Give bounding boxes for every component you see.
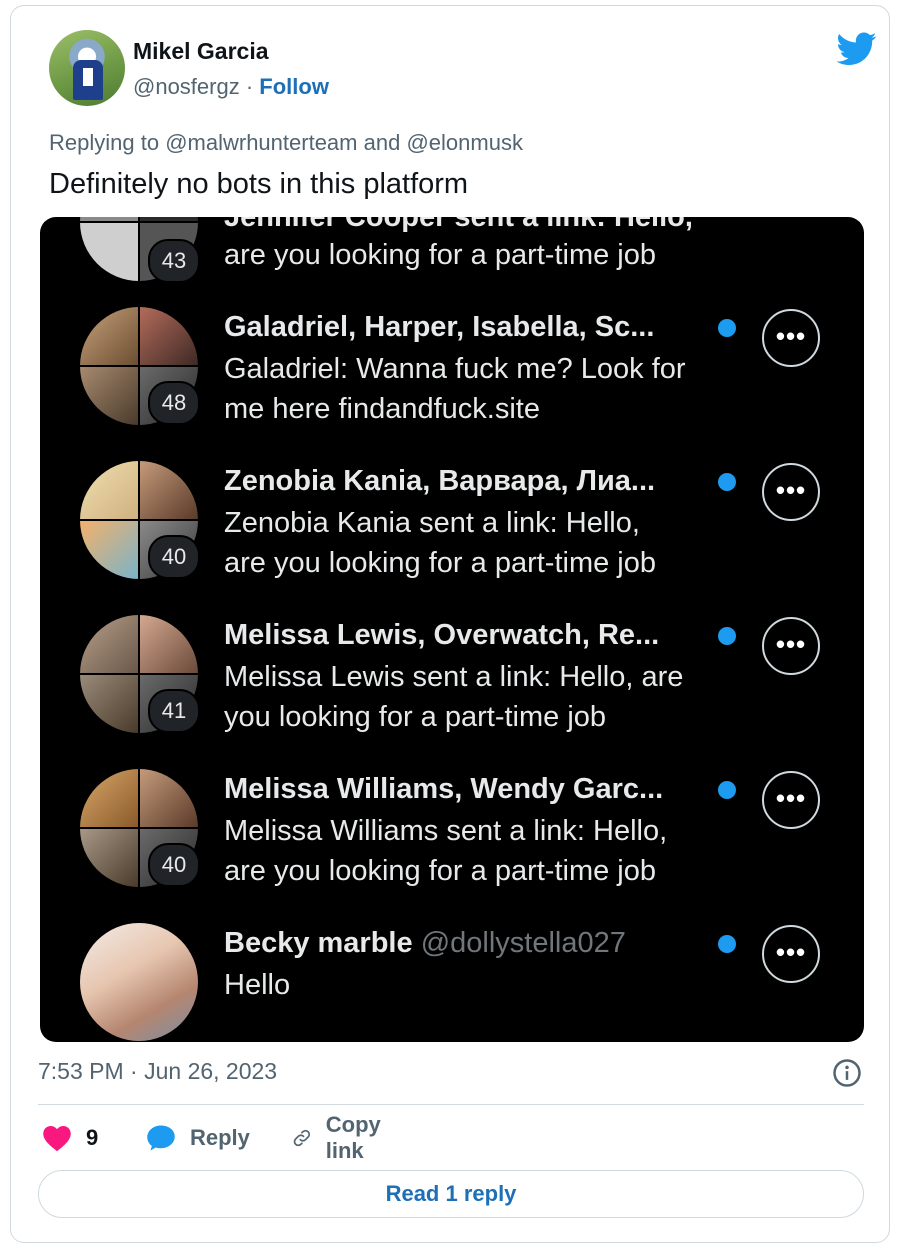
dm-title: Melissa Williams, Wendy Garc... <box>224 773 664 805</box>
unread-dot <box>718 781 736 799</box>
dm-row[interactable]: 43 Jennifer Cooper sent a link: Hello, a… <box>40 217 864 297</box>
unread-dot <box>718 935 736 953</box>
member-count-badge: 43 <box>148 239 200 283</box>
member-count-badge: 40 <box>148 535 200 579</box>
tweet-text: Definitely no bots in this platform <box>49 168 469 200</box>
unread-dot <box>718 319 736 337</box>
twitter-bird-icon <box>837 32 877 65</box>
dm-preview-line: are you looking for a part-time job <box>224 855 656 887</box>
reply-context: Replying to @malwrhunterteam and @elonmu… <box>49 130 523 156</box>
more-options-button[interactable]: ••• <box>762 617 820 675</box>
author-avatar[interactable] <box>49 30 125 106</box>
reply-button[interactable]: Reply <box>146 1120 250 1156</box>
more-options-button[interactable]: ••• <box>762 925 820 983</box>
member-count-badge: 48 <box>148 381 200 425</box>
mention-malwrhunterteam[interactable]: @malwrhunterteam <box>165 130 357 155</box>
dm-preview-line: Melissa Lewis sent a link: Hello, are <box>224 661 684 693</box>
copy-link-label: Copy link <box>325 1112 381 1163</box>
dm-preview-line: Zenobia Kania sent a link: Hello, <box>224 507 640 539</box>
dm-preview-line: me here findandfuck.site <box>224 393 540 425</box>
user-avatar <box>80 923 198 1041</box>
dm-title: Galadriel, Harper, Isabella, Sc... <box>224 311 655 343</box>
attached-screenshot[interactable]: 43 Jennifer Cooper sent a link: Hello, a… <box>40 217 864 1042</box>
dm-preview-line: you looking for a part-time job <box>224 701 607 733</box>
like-count: 9 <box>86 1125 99 1150</box>
divider <box>38 1104 864 1105</box>
dm-user-name: Becky marble <box>224 927 413 959</box>
reply-bubble-icon <box>147 1125 175 1151</box>
info-icon[interactable] <box>832 1058 862 1088</box>
handle-separator: · <box>245 74 254 99</box>
link-icon <box>293 1129 311 1147</box>
reply-label: Reply <box>190 1125 250 1150</box>
member-count-badge: 40 <box>148 843 200 887</box>
dm-title: Zenobia Kania, Варвара, Лиа... <box>224 465 656 497</box>
member-count-badge: 41 <box>148 689 200 733</box>
unread-dot <box>718 473 736 491</box>
author-handle[interactable]: @nosfergz <box>133 74 240 99</box>
dm-user-handle: @dollystella027 <box>420 927 626 959</box>
more-options-button[interactable]: ••• <box>762 771 820 829</box>
more-options-button[interactable]: ••• <box>762 463 820 521</box>
dm-row[interactable]: 40 Melissa Williams, Wendy Garc... Melis… <box>40 759 864 909</box>
reply-conjunction: and <box>363 130 401 155</box>
more-options-button[interactable]: ••• <box>762 309 820 367</box>
unread-dot <box>718 627 736 645</box>
heart-icon <box>43 1126 71 1152</box>
dm-row[interactable]: Becky marble @dollystella027 Hello ••• <box>40 913 864 1042</box>
dm-preview-line: Galadriel: Wanna fuck me? Look for <box>224 353 686 385</box>
mention-elonmusk[interactable]: @elonmusk <box>406 130 523 155</box>
copy-link-button[interactable]: Copy link <box>292 1112 391 1163</box>
dm-preview-line: are you looking for a part-time job <box>224 239 656 271</box>
author-handle-row: @nosfergz · Follow <box>133 74 329 100</box>
dm-row[interactable]: 48 Galadriel, Harper, Isabella, Sc... Ga… <box>40 297 864 447</box>
dm-title: Becky marble @dollystella027 <box>224 927 626 960</box>
dm-preview-line: Hello <box>224 969 291 1001</box>
dm-preview-line: are you looking for a part-time job <box>224 547 656 579</box>
dm-title: Melissa Lewis, Overwatch, Re... <box>224 619 660 651</box>
dm-row[interactable]: 40 Zenobia Kania, Варвара, Лиа... Zenobi… <box>40 451 864 601</box>
read-replies-button[interactable]: Read 1 reply <box>38 1170 864 1218</box>
tweet-timestamp[interactable]: 7:53 PM · Jun 26, 2023 <box>38 1058 277 1085</box>
like-button[interactable]: 9 <box>42 1120 98 1156</box>
dm-title: Jennifer Cooper sent a link: Hello, <box>224 217 693 233</box>
dm-row[interactable]: 41 Melissa Lewis, Overwatch, Re... Melis… <box>40 605 864 755</box>
follow-button[interactable]: Follow <box>259 74 329 99</box>
author-name[interactable]: Mikel Garcia <box>133 38 269 65</box>
dm-preview-line: Melissa Williams sent a link: Hello, <box>224 815 668 847</box>
replying-prefix: Replying to <box>49 130 160 155</box>
